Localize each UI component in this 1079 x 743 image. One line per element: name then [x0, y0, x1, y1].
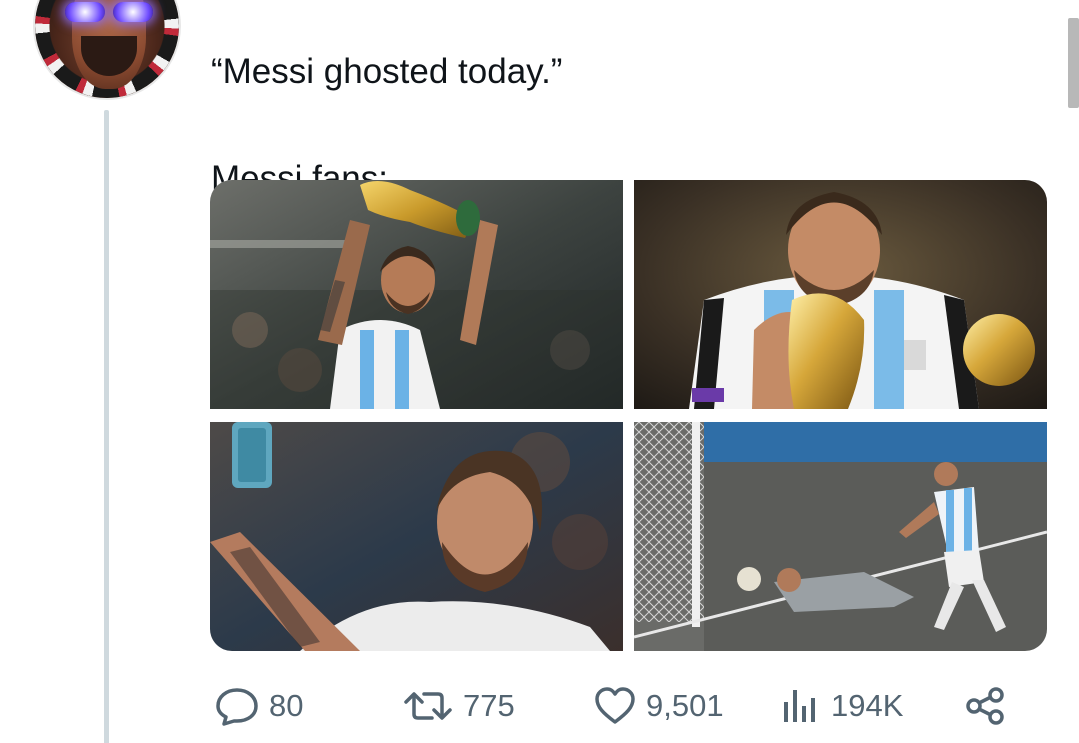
- selfie-photo: [210, 422, 623, 651]
- retweet-button[interactable]: 775: [402, 684, 515, 728]
- tweet-text-line1: “Messi ghosted today.”: [211, 52, 563, 91]
- penalty-kick-photo: [634, 422, 1047, 651]
- media-photo-2[interactable]: [634, 180, 1047, 409]
- retweet-icon: [404, 692, 452, 720]
- reply-icon: [216, 688, 258, 726]
- reply-count: 80: [269, 688, 304, 723]
- analytics-icon: [784, 690, 815, 722]
- avatar-glasses: [65, 2, 153, 24]
- media-photo-4[interactable]: [634, 422, 1047, 651]
- media-photo-3[interactable]: [210, 422, 623, 651]
- scrollbar-thumb[interactable]: [1068, 18, 1079, 108]
- retweet-count: 775: [463, 688, 515, 723]
- trophy-kiss-photo: [634, 180, 1047, 409]
- views-button[interactable]: 194K: [780, 684, 903, 728]
- share-button[interactable]: [964, 684, 1008, 728]
- like-button[interactable]: 9,501: [593, 684, 724, 728]
- share-icon: [966, 687, 1004, 725]
- trophy-lift-photo: [210, 180, 623, 409]
- like-count: 9,501: [646, 688, 724, 723]
- thread-line: [104, 110, 109, 743]
- heart-icon: [595, 687, 635, 724]
- views-count: 194K: [831, 688, 904, 723]
- tweet-actions: 80 775 9,501 194K: [212, 684, 1012, 728]
- reply-button[interactable]: 80: [214, 684, 303, 728]
- media-grid: [210, 180, 1047, 651]
- media-photo-1[interactable]: [210, 180, 623, 409]
- user-avatar[interactable]: [33, 0, 181, 100]
- tweet-page: “Messi ghosted today.” Messi fans: 80 77…: [0, 0, 1079, 743]
